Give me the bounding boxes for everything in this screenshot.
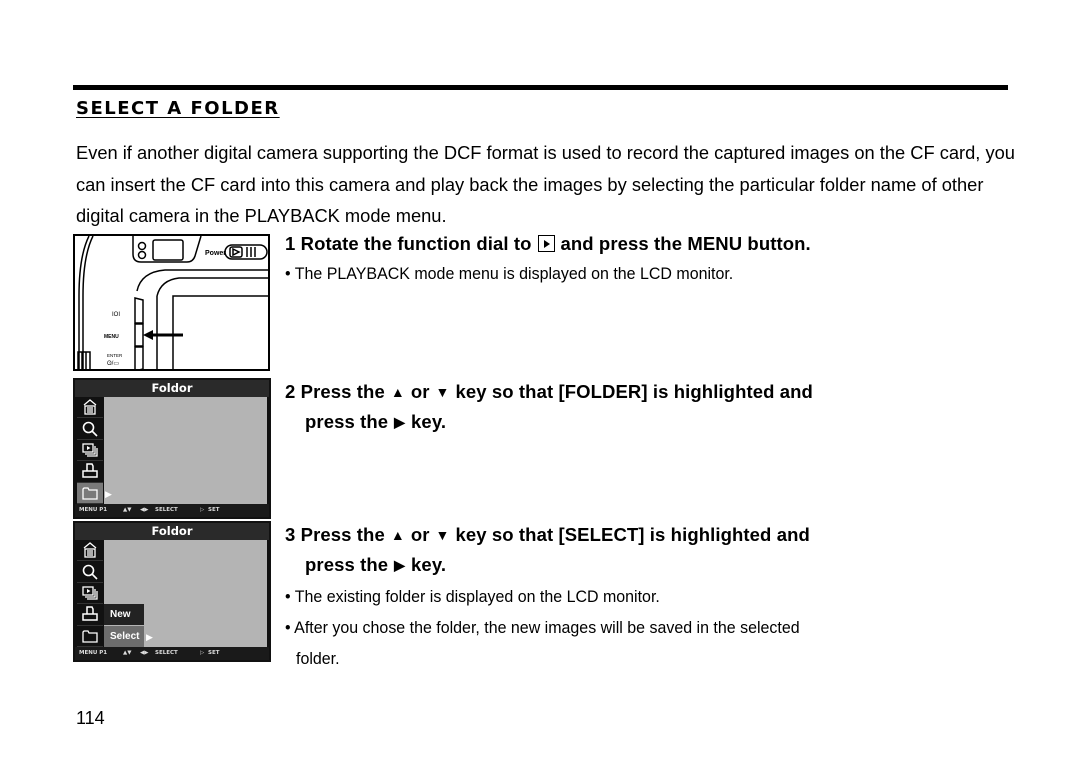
enter-button-label: ENTER [107,353,123,358]
step-text: or [410,524,430,545]
step-text: and press the MENU button. [560,233,811,254]
step-text: key so that [SELECT] is highlighted and [455,524,810,545]
camera-drawing: Power IOI MENU ENTER ʘ/▭ [77,236,268,369]
bullet-text: folder. [296,649,340,668]
folder-icon [77,482,103,504]
zoom-icon [77,418,103,440]
step-text: key. [411,554,447,575]
step-1-title: 1 Rotate the function dial to and press t… [285,233,811,255]
delete-icon [77,540,103,562]
step-text: press the [305,554,389,575]
footer-nav-arrows: ▲▼ [123,650,132,656]
enter-button-icon: ʘ/▭ [107,361,119,367]
submenu-item-new: New [104,604,144,625]
section-title: SELECT A FOLDER [76,98,280,119]
bullet-mark: • [285,618,291,637]
lcd-screen-folder-submenu: Foldor New Select ▶ MENU P1 ▲▼ ◀▶ SELECT… [73,521,271,662]
step-3-title: 3 Press the ▲ or ▼ key so that [SELECT] is h… [285,524,810,576]
step-number: 2 [285,381,296,402]
lcd-content-area [104,397,267,504]
display-button-label: IOI [112,312,120,318]
zoom-icon [77,561,103,583]
bullet-mark: • [285,587,291,606]
step-3-bullet-1: • The existing folder is displayed on th… [285,587,660,607]
print-icon [77,461,103,483]
down-arrow-icon: ▼ [435,384,450,400]
right-arrow-icon: ▶ [146,632,153,642]
camera-back-illustration: Power IOI MENU ENTER ʘ/▭ [73,234,270,371]
submenu-item-select: Select [104,626,144,647]
step-number: 3 [285,524,296,545]
delete-icon [77,397,103,419]
up-arrow-icon: ▲ [390,384,405,400]
top-rule [73,85,1008,90]
menu-button-label: MENU [104,334,119,340]
print-icon [77,604,103,626]
footer-select: SELECT [155,507,178,513]
pointer-arrow-icon [143,330,153,340]
power-label: Power [205,250,226,257]
step-text: Rotate the function dial to [300,233,532,254]
footer-set-arrow: ▷ [200,650,205,656]
footer-select: SELECT [155,650,178,656]
lcd-footer: MENU P1 ▲▼ ◀▶ SELECT ▷ SET [75,647,269,660]
down-arrow-icon: ▼ [435,527,450,543]
bullet-text: The PLAYBACK mode menu is displayed on t… [294,264,734,283]
up-arrow-icon: ▲ [390,527,405,543]
playback-mode-icon [537,235,555,252]
step-3-bullet-2: • After you chose the folder, the new im… [285,618,800,638]
step-text: key so that [FOLDER] is highlighted and [455,381,813,402]
footer-set-arrow: ▷ [200,507,205,513]
lcd-screen-folder-menu: Foldor ▶ MENU P1 ▲▼ ◀▶ SELECT ▷ SET [73,378,271,519]
footer-set: SET [208,507,220,513]
step-text: key. [411,411,447,432]
step-2-title: 2 Press the ▲ or ▼ key so that [FOLDER] is h… [285,381,813,433]
step-1-bullet: • The PLAYBACK mode menu is displayed on… [285,264,733,284]
footer-menu: MENU P1 [79,507,108,513]
right-arrow-icon: ▶ [105,489,112,499]
footer-nav-arrows: ▲▼ [123,507,132,513]
step-text: Press the [300,381,385,402]
bullet-text: After you chose the folder, the new imag… [294,618,800,637]
right-arrow-icon: ▶ [394,414,406,430]
bullet-text: The existing folder is displayed on the … [294,587,660,606]
lcd-icon-column [77,397,103,504]
step-3-bullet-2-continued: folder. [296,649,340,669]
folder-icon [77,626,103,647]
step-text: Press the [300,524,385,545]
slideshow-icon [77,440,103,462]
right-arrow-icon: ▶ [394,557,406,573]
slideshow-icon [77,583,103,605]
lcd-title: Foldor [75,523,269,540]
lcd-icon-column [77,540,103,647]
lcd-title: Foldor [75,380,269,397]
footer-select-arrows: ◀▶ [140,507,149,513]
bullet-mark: • [285,264,291,283]
step-text: or [410,381,430,402]
footer-menu: MENU P1 [79,650,108,656]
footer-select-arrows: ◀▶ [140,650,149,656]
step-number: 1 [285,233,296,254]
footer-set: SET [208,650,220,656]
step-text: press the [305,411,389,432]
lcd-footer: MENU P1 ▲▼ ◀▶ SELECT ▷ SET [75,504,269,517]
intro-paragraph: Even if another digital camera supportin… [76,142,1015,226]
page-number: 114 [76,708,105,728]
